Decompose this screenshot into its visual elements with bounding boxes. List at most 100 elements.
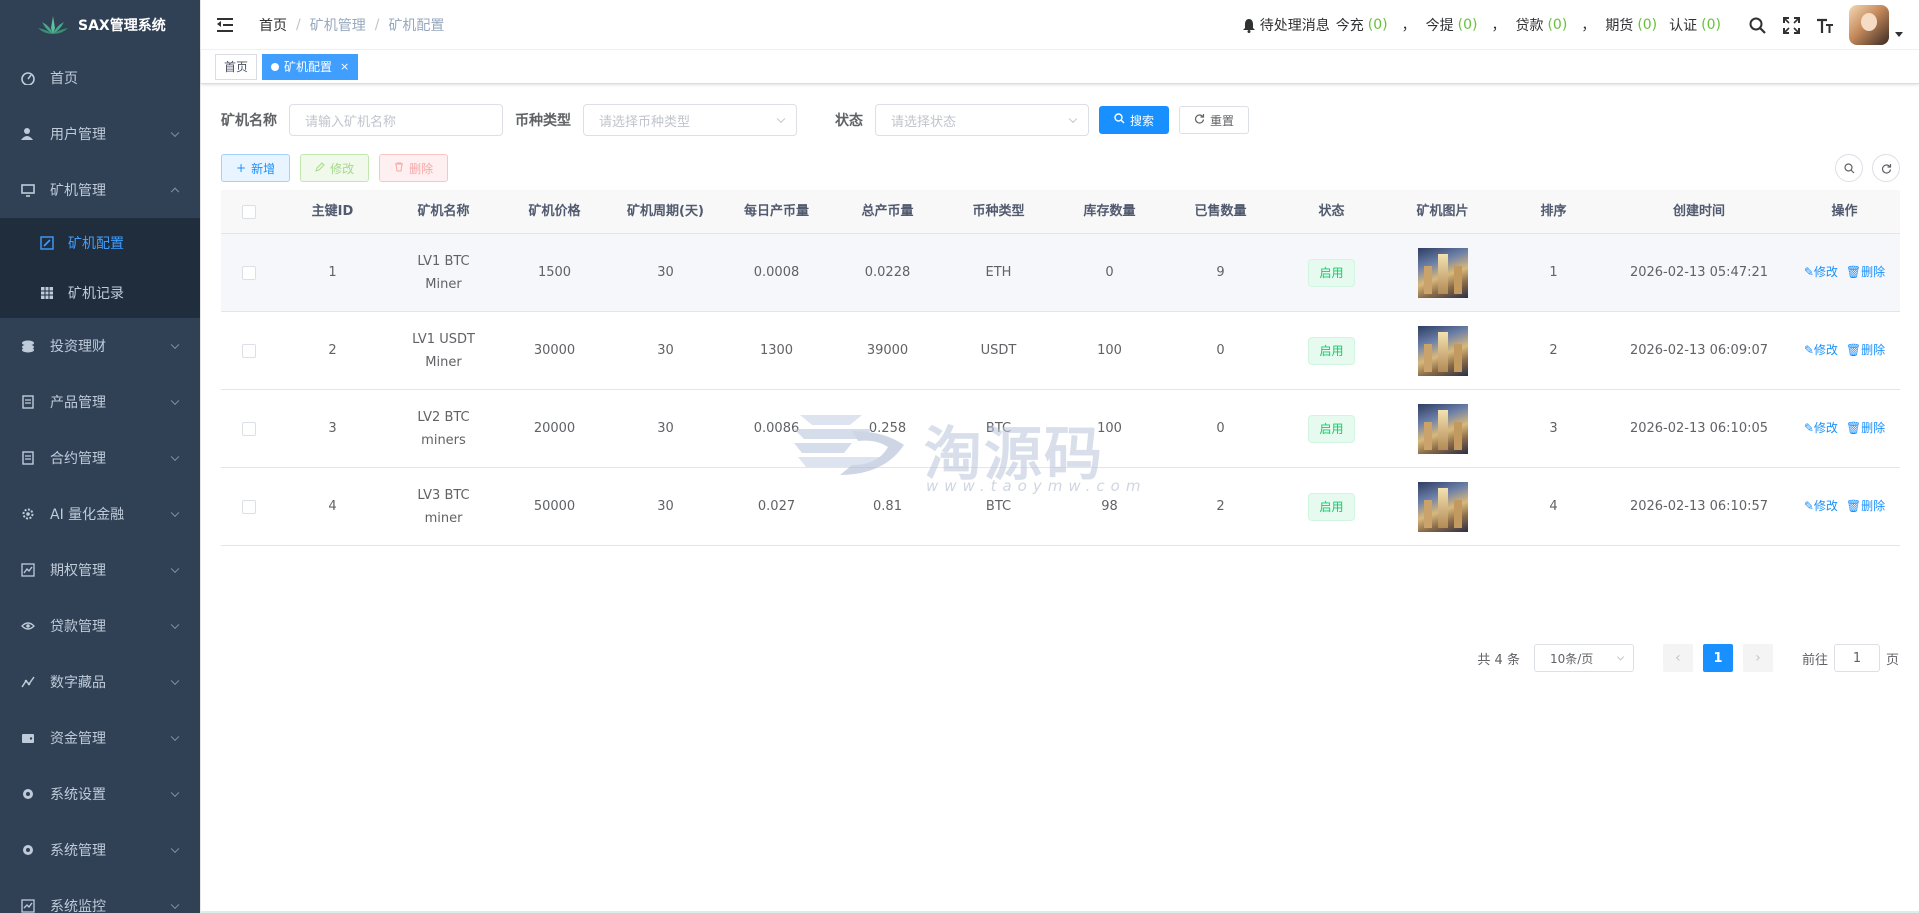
next-page-button[interactable]: › <box>1742 644 1773 672</box>
refresh-button[interactable] <box>1872 154 1900 182</box>
miner-image[interactable] <box>1417 481 1468 532</box>
edit-icon: ✎ <box>1803 343 1814 357</box>
table-row[interactable]: 4 LV3 BTC miner 50000 30 0.027 0.81 BTC … <box>221 468 1900 546</box>
cell-id: 2 <box>328 343 337 358</box>
cell-name: LV3 BTC miner <box>417 487 470 526</box>
row-checkbox[interactable] <box>242 421 256 436</box>
sidebar-item-miner-config[interactable]: 矿机配置 <box>0 218 200 268</box>
notice-separator: ， <box>1491 18 1506 34</box>
chevron-down-icon <box>170 788 180 798</box>
fullscreen-icon[interactable] <box>1781 15 1801 35</box>
breadcrumb-item[interactable]: 首页 <box>259 15 287 35</box>
search-icon[interactable] <box>1747 15 1767 35</box>
close-icon[interactable]: × <box>340 55 349 79</box>
miner-image[interactable] <box>1417 247 1468 298</box>
row-edit-label: 修改 <box>1813 499 1838 513</box>
row-delete-link[interactable]: 🗑删除 <box>1846 495 1885 518</box>
miner-image[interactable] <box>1417 325 1468 376</box>
cell-coin: USDT <box>980 343 1017 358</box>
row-checkbox[interactable] <box>242 343 256 358</box>
row-edit-link[interactable]: ✎修改 <box>1804 417 1838 440</box>
row-edit-link[interactable]: ✎修改 <box>1804 339 1838 362</box>
sidebar-item-products[interactable]: 产品管理 <box>0 374 200 430</box>
notice-label[interactable]: 贷款 <box>1515 15 1543 35</box>
tag-miner-config[interactable]: 矿机配置 × <box>262 53 359 80</box>
row-checkbox[interactable] <box>242 499 256 514</box>
select-all-cell <box>221 190 277 233</box>
cell-status: 启用 <box>1276 234 1387 311</box>
notice-count[interactable]: (0) <box>1368 17 1388 33</box>
edit-button[interactable]: 修改 <box>300 154 370 182</box>
cell-image <box>1387 312 1498 389</box>
sidebar-item-contracts[interactable]: 合约管理 <box>0 430 200 486</box>
page-number[interactable]: 1 <box>1702 644 1733 672</box>
table-row[interactable]: 3 LV2 BTC miners 20000 30 0.0086 0.258 B… <box>221 390 1900 468</box>
cell-id: 4 <box>328 499 337 514</box>
breadcrumb-item: 矿机配置 <box>388 17 445 34</box>
cell-price: 1500 <box>537 265 572 280</box>
notice-label[interactable]: 认证 <box>1669 15 1697 35</box>
sidebar-item-label: 用户管理 <box>50 127 106 143</box>
table-icon <box>40 286 54 300</box>
font-size-icon[interactable] <box>1815 15 1835 35</box>
row-checkbox[interactable] <box>242 265 256 280</box>
cell-actions: ✎修改 🗑删除 <box>1789 390 1900 467</box>
menu-toggle-icon[interactable] <box>217 17 235 33</box>
notice-label[interactable]: 期货 <box>1605 15 1633 35</box>
table-row[interactable]: 1 LV1 BTC Miner 1500 30 0.0008 0.0228 ET… <box>221 234 1900 312</box>
cell-cycle: 30 <box>657 343 674 358</box>
monitor-chart-icon <box>20 898 36 913</box>
bell-icon[interactable] <box>1242 18 1256 33</box>
reset-button[interactable]: 重置 <box>1179 106 1250 134</box>
add-button[interactable]: + 新增 <box>221 154 291 182</box>
delete-button[interactable]: 删除 <box>379 154 449 182</box>
sidebar-item-label: 投资理财 <box>50 339 106 355</box>
sidebar-item-funds[interactable]: 资金管理 <box>0 710 200 766</box>
money-icon <box>20 618 36 634</box>
notice-label[interactable]: 今充 <box>1336 15 1364 35</box>
caret-down-icon[interactable] <box>1895 31 1903 37</box>
miner-name-input[interactable]: 请输入矿机名称 <box>289 104 503 136</box>
sidebar-item-miner-management[interactable]: 矿机管理 <box>0 162 200 218</box>
row-edit-link[interactable]: ✎修改 <box>1804 261 1838 284</box>
tag-home[interactable]: 首页 <box>215 53 258 80</box>
notice-label[interactable]: 今提 <box>1426 15 1454 35</box>
row-delete-link[interactable]: 🗑删除 <box>1846 261 1885 284</box>
sidebar-item-home[interactable]: 首页 <box>0 50 200 106</box>
table-row[interactable]: 2 LV1 USDT Miner 30000 30 1300 39000 USD… <box>221 312 1900 390</box>
trash-icon: 🗑 <box>1845 343 1862 357</box>
sidebar-item-users[interactable]: 用户管理 <box>0 106 200 162</box>
sidebar-item-system-management[interactable]: 系统管理 <box>0 822 200 878</box>
avatar[interactable] <box>1849 5 1889 45</box>
cell-coin: BTC <box>985 421 1012 436</box>
notice-count[interactable]: (0) <box>1547 17 1567 33</box>
select-all-checkbox[interactable] <box>242 204 256 219</box>
miner-image[interactable] <box>1417 403 1468 454</box>
goto-page-input[interactable]: 1 <box>1833 644 1880 672</box>
prev-page-button[interactable]: ‹ <box>1662 644 1693 672</box>
tags-view: 首页 矿机配置 × <box>201 50 1919 84</box>
notice-count[interactable]: (0) <box>1701 17 1721 33</box>
notice-separator: ， <box>1581 18 1596 34</box>
sidebar-item-loans[interactable]: 贷款管理 <box>0 598 200 654</box>
row-delete-link[interactable]: 🗑删除 <box>1846 339 1885 362</box>
notice-count[interactable]: (0) <box>1637 17 1657 33</box>
row-edit-link[interactable]: ✎修改 <box>1804 495 1838 518</box>
sidebar-item-system-monitor[interactable]: 系统监控 <box>0 878 200 913</box>
app-logo[interactable]: SAX管理系统 <box>0 0 200 50</box>
row-delete-link[interactable]: 🗑删除 <box>1846 417 1885 440</box>
sidebar-item-investment[interactable]: 投资理财 <box>0 318 200 374</box>
sidebar-item-miner-records[interactable]: 矿机记录 <box>0 268 200 318</box>
cell-total: 0.81 <box>873 499 902 514</box>
status-select[interactable]: 请选择状态 <box>875 104 1089 136</box>
search-button[interactable]: 搜索 <box>1099 106 1170 134</box>
sidebar-item-digital-collectibles[interactable]: 数字藏品 <box>0 654 200 710</box>
coin-type-select[interactable]: 请选择币种类型 <box>583 104 797 136</box>
sidebar-item-options[interactable]: 期权管理 <box>0 542 200 598</box>
notice-count[interactable]: (0) <box>1458 17 1478 33</box>
sidebar-item-label: 产品管理 <box>50 395 106 411</box>
sidebar-item-system-settings[interactable]: 系统设置 <box>0 766 200 822</box>
page-size-select[interactable]: 10条/页 <box>1533 644 1634 672</box>
sidebar-item-ai-quant[interactable]: AI 量化金融 <box>0 486 200 542</box>
toggle-search-button[interactable] <box>1835 154 1863 182</box>
